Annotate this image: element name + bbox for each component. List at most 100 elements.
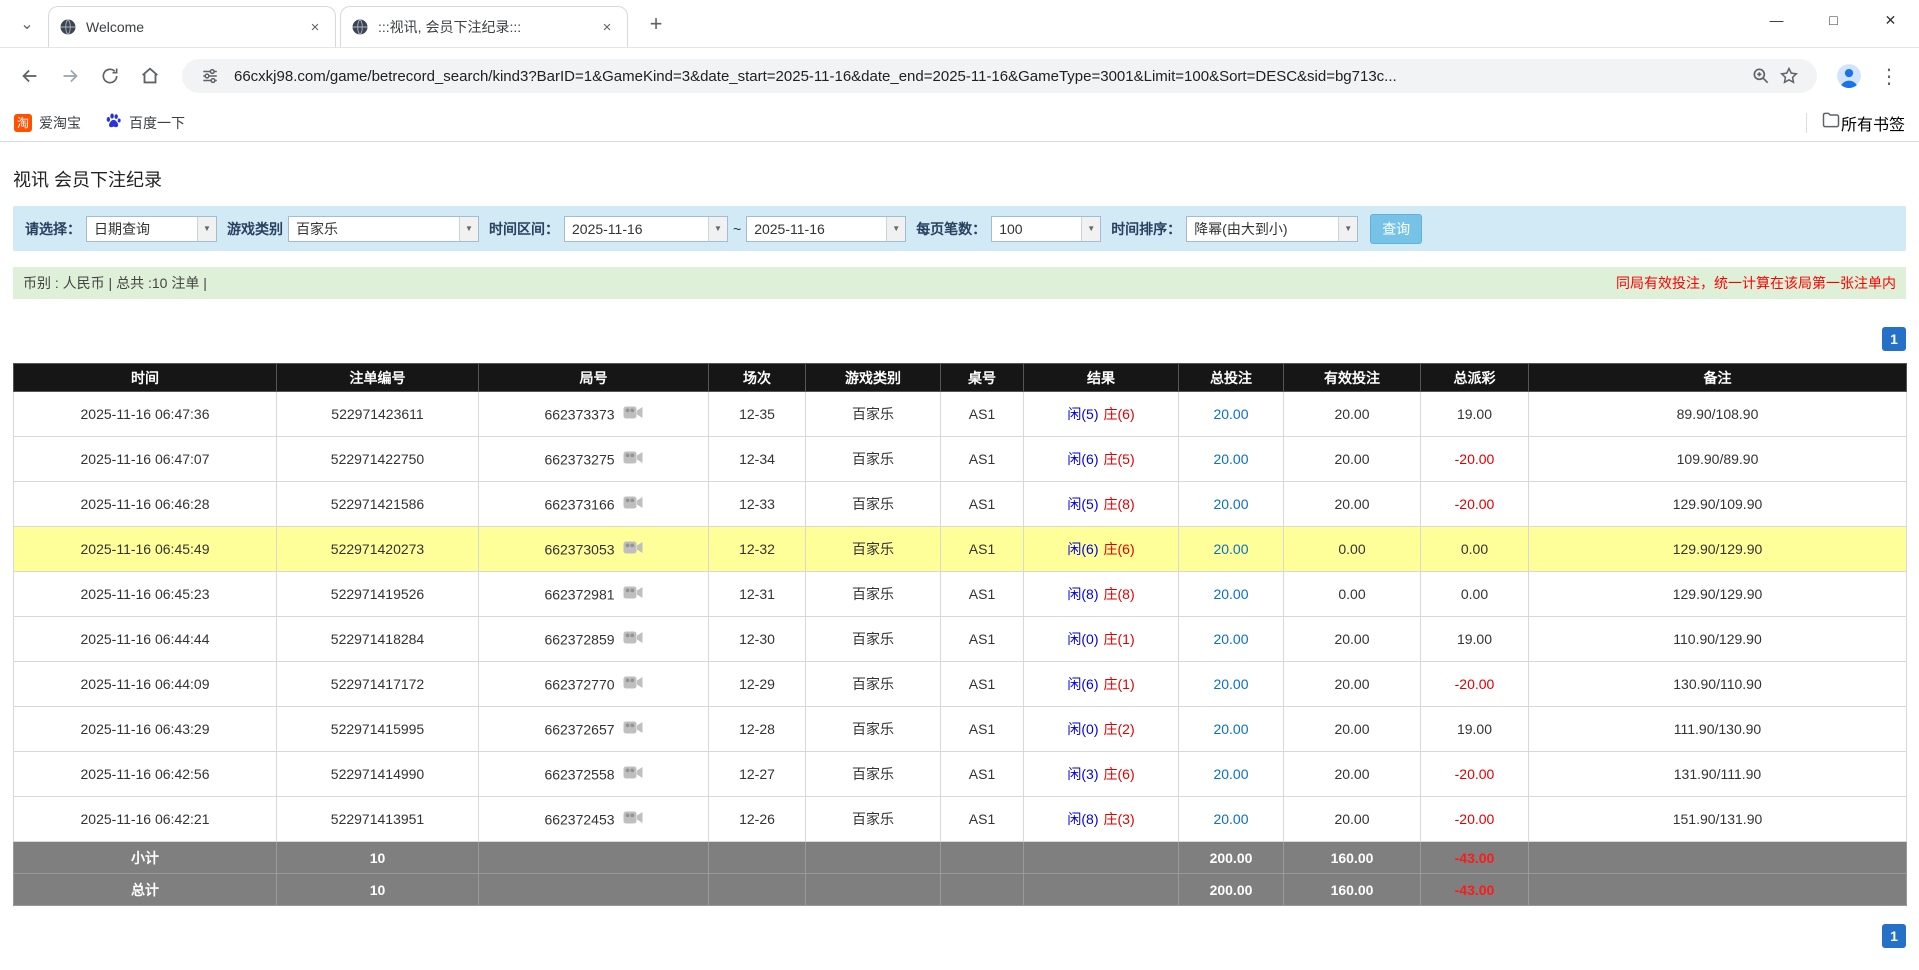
reload-button[interactable]	[90, 56, 130, 96]
video-replay-icon[interactable]	[623, 450, 643, 468]
maximize-button[interactable]: □	[1805, 0, 1862, 40]
tab-close-icon[interactable]: ×	[597, 17, 617, 37]
bookmark-star-icon[interactable]	[1775, 62, 1803, 90]
cell-valid-bet: 0.00	[1284, 527, 1421, 572]
all-bookmarks-label: 所有书签	[1841, 111, 1905, 135]
video-replay-icon[interactable]	[623, 585, 643, 603]
cell-result: 闲(3)庄(6)	[1024, 752, 1179, 797]
cell-valid-bet: 20.00	[1284, 437, 1421, 482]
info-bar: 币别 : 人民币 | 总共 :10 注单 | 同局有效投注，统一计算在该局第一张…	[13, 267, 1906, 299]
page-button-1[interactable]: 1	[1882, 327, 1906, 351]
date-end-select[interactable]: 2025-11-16 ▼	[746, 216, 906, 242]
new-tab-button[interactable]: +	[640, 8, 672, 40]
video-replay-icon[interactable]	[623, 405, 643, 423]
total-total-bet: 200.00	[1179, 874, 1284, 906]
cell-empty	[806, 842, 941, 874]
result-banker: 庄(1)	[1104, 676, 1135, 692]
subtotal-label: 小计	[14, 842, 277, 874]
bookmark-baidu[interactable]: 百度一下	[105, 112, 185, 134]
table-row: 2025-11-16 06:42:21522971413951662372453…	[14, 797, 1907, 842]
chevron-down-icon[interactable]: ▼	[1338, 217, 1357, 241]
video-replay-icon[interactable]	[623, 540, 643, 558]
total-bet-link[interactable]: 20.00	[1213, 586, 1248, 602]
video-replay-icon[interactable]	[623, 630, 643, 648]
tab-close-icon[interactable]: ×	[305, 17, 325, 37]
per-page-select[interactable]: 100 ▼	[991, 216, 1101, 242]
cell-empty	[1024, 842, 1179, 874]
cell-round: 662373166	[479, 482, 709, 527]
game-type-label: 游戏类别	[227, 219, 283, 239]
cell-round: 662373275	[479, 437, 709, 482]
site-info-icon[interactable]	[196, 62, 224, 90]
close-button[interactable]: ✕	[1862, 0, 1919, 40]
cell-note: 131.90/111.90	[1529, 752, 1907, 797]
date-start-value: 2025-11-16	[565, 217, 708, 241]
cell-payout: 19.00	[1421, 707, 1529, 752]
cell-table-no: AS1	[941, 617, 1024, 662]
cell-result: 闲(6)庄(6)	[1024, 527, 1179, 572]
address-bar[interactable]: 66cxkj98.com/game/betrecord_search/kind3…	[182, 59, 1817, 93]
tab-welcome[interactable]: Welcome ×	[48, 6, 336, 47]
page-button-1[interactable]: 1	[1882, 924, 1906, 948]
all-bookmarks[interactable]: 所有书签	[1806, 110, 1905, 135]
total-bet-link[interactable]: 20.00	[1213, 541, 1248, 557]
video-replay-icon[interactable]	[623, 765, 643, 783]
total-bet-link[interactable]: 20.00	[1213, 496, 1248, 512]
query-type-select[interactable]: 日期查询 ▼	[86, 216, 217, 242]
chevron-down-icon[interactable]: ▼	[1081, 217, 1100, 241]
cell-total-bet: 20.00	[1179, 437, 1284, 482]
chevron-down-icon[interactable]: ▼	[197, 217, 216, 241]
cell-bet-id: 522971421586	[277, 482, 479, 527]
result-banker: 庄(5)	[1104, 451, 1135, 467]
zoom-icon[interactable]	[1747, 62, 1775, 90]
tab-search-button[interactable]: ⌄	[10, 7, 44, 41]
cell-empty	[1529, 874, 1907, 906]
chevron-down-icon[interactable]: ▼	[459, 217, 478, 241]
info-notice: 同局有效投注，统一计算在该局第一张注单内	[1616, 273, 1896, 293]
cell-bet-id: 522971422750	[277, 437, 479, 482]
menu-icon[interactable]: ⋮	[1869, 56, 1909, 96]
total-bet-link[interactable]: 20.00	[1213, 721, 1248, 737]
total-count: 10	[277, 874, 479, 906]
date-range-label: 时间区间：	[489, 219, 559, 239]
tab-betrecord[interactable]: :::视讯, 会员下注纪录::: ×	[340, 6, 628, 47]
table-header-row: 时间注单编号局号场次游戏类别桌号结果总投注有效投注总派彩备注	[14, 364, 1907, 392]
video-replay-icon[interactable]	[623, 810, 643, 828]
total-bet-link[interactable]: 20.00	[1213, 811, 1248, 827]
chevron-down-icon[interactable]: ▼	[886, 217, 905, 241]
result-player: 闲(6)	[1067, 676, 1098, 692]
sort-select[interactable]: 降幂(由大到小) ▼	[1186, 216, 1358, 242]
total-bet-link[interactable]: 20.00	[1213, 631, 1248, 647]
chevron-down-icon[interactable]: ▼	[708, 217, 727, 241]
video-replay-icon[interactable]	[623, 720, 643, 738]
globe-icon	[351, 18, 369, 36]
total-bet-link[interactable]: 20.00	[1213, 676, 1248, 692]
cell-game-type: 百家乐	[806, 617, 941, 662]
url-text[interactable]: 66cxkj98.com/game/betrecord_search/kind3…	[234, 68, 1747, 85]
bookmark-aitaobao[interactable]: 淘 爱淘宝	[14, 113, 81, 133]
video-replay-icon[interactable]	[623, 675, 643, 693]
minimize-button[interactable]: —	[1748, 0, 1805, 40]
total-label: 总计	[14, 874, 277, 906]
column-header: 总派彩	[1421, 364, 1529, 392]
cell-result: 闲(5)庄(8)	[1024, 482, 1179, 527]
result-player: 闲(3)	[1067, 766, 1098, 782]
date-start-select[interactable]: 2025-11-16 ▼	[564, 216, 728, 242]
cell-total-bet: 20.00	[1179, 392, 1284, 437]
video-replay-icon[interactable]	[623, 495, 643, 513]
table-body: 2025-11-16 06:47:36522971423611662373373…	[14, 392, 1907, 842]
home-button[interactable]	[130, 56, 170, 96]
back-button[interactable]	[10, 56, 50, 96]
total-bet-link[interactable]: 20.00	[1213, 766, 1248, 782]
profile-avatar[interactable]	[1829, 56, 1869, 96]
cell-session: 12-32	[709, 527, 806, 572]
forward-button[interactable]	[50, 56, 90, 96]
date-tilde: ~	[733, 221, 741, 237]
divider	[1806, 113, 1807, 133]
game-type-select[interactable]: 百家乐 ▼	[288, 216, 479, 242]
total-bet-link[interactable]: 20.00	[1213, 451, 1248, 467]
cell-session: 12-26	[709, 797, 806, 842]
column-header: 游戏类别	[806, 364, 941, 392]
search-button[interactable]: 查询	[1370, 214, 1422, 244]
total-bet-link[interactable]: 20.00	[1213, 406, 1248, 422]
